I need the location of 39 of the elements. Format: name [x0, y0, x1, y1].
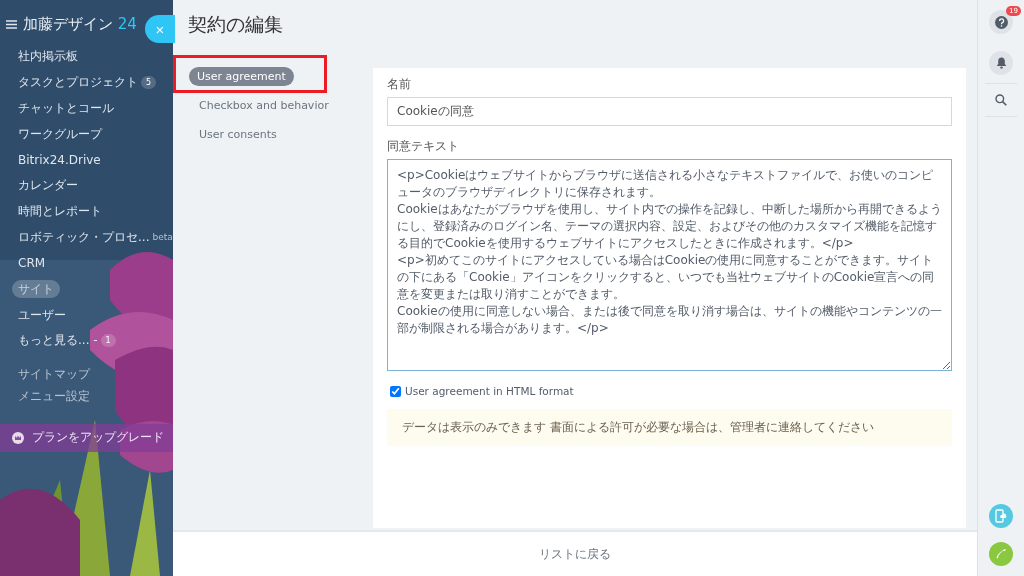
field-label: 名前 — [387, 76, 412, 93]
section-tab[interactable]: User agreement — [189, 67, 294, 86]
menu-item[interactable]: チャットとコール — [18, 95, 114, 122]
menu-item[interactable]: ユーザー — [18, 302, 66, 328]
crown-icon — [12, 431, 24, 444]
html-format-checkbox[interactable] — [390, 385, 401, 397]
upgrade-bar[interactable]: プランをアップグレード — [0, 423, 173, 452]
logo: 加藤デザイン 24 — [23, 14, 137, 34]
checkbox-label: User agreement in HTML format — [405, 385, 574, 397]
search-icon[interactable] — [995, 94, 1007, 106]
menu-item[interactable]: もっと見る... - 1 — [18, 327, 116, 354]
menu-link[interactable]: サイトマップ — [18, 363, 90, 386]
notice-message: データは表示のみできます 書面による許可が必要な場合は、管理者に連絡してください — [387, 409, 952, 446]
field-label: 同意テキスト — [387, 138, 460, 155]
name-field[interactable]: Cookieの同意 — [387, 97, 952, 126]
menu-item[interactable]: ロボティック・プロセ... beta — [18, 224, 173, 251]
page-title: 契約の編集 — [187, 12, 284, 37]
menu-link[interactable]: メニュー設定 — [18, 385, 90, 408]
agreement-text-field[interactable]: <p>Cookieはウェブサイトからブラウザに送信される小さなテキストファイルで、お使いのコンピュータのブラウザディレクトリに保存されます。 Cookieはあなたがブラウザを使用し、サイト内での操作を記録し、中断した場所から再開できるようにし、登録済みのログイン名、テーマの選択内容、設定、およびその他のカスタマイズ機能を記憶する目的でCookieを使用するウェブサイトにアクセスしたときに作成されます。</p> <p>初めてこのサイトにアクセスしている場合はCookieの使用に同意することができます。サイトの下にある「Cookie」アイコンをクリックすると、いつでも当社ウェブサイトのCookie宣言への同意を変更または取り消すことができます。 Cookieの使用に同意しない場合、または後で同意を取り消す場合は、サイトの機能やコンテンツの一部が制限される場合があります。</p> — [387, 159, 952, 371]
counter-badge: 5 — [141, 76, 157, 90]
beta-tag: beta — [152, 232, 173, 243]
menu-item[interactable]: カレンダー — [18, 173, 78, 199]
section-tab[interactable]: Checkbox and behavior — [189, 96, 339, 115]
menu-item[interactable]: Bitrix24.Drive — [18, 147, 101, 173]
menu-icon[interactable] — [6, 19, 17, 29]
notifications-button[interactable] — [989, 51, 1013, 75]
upgrade-label: プランをアップグレード — [32, 429, 164, 447]
menu-item[interactable]: CRM — [18, 250, 46, 277]
menu-item[interactable]: 社内掲示板 — [18, 44, 78, 70]
menu-item[interactable]: ワークグループ — [18, 121, 102, 148]
bell-icon — [995, 57, 1007, 69]
back-to-list-link[interactable]: リストに戻る — [539, 545, 611, 563]
counter-badge: 1 — [100, 334, 116, 348]
help-icon — [994, 15, 1008, 29]
section-tab[interactable]: User consents — [189, 125, 287, 144]
phone-cloud-icon — [995, 509, 1007, 523]
menu-item[interactable]: タスクとプロジェクト 5 — [18, 69, 157, 96]
phone-icon — [995, 548, 1007, 560]
menu-item[interactable]: 時間とレポート — [18, 198, 102, 225]
